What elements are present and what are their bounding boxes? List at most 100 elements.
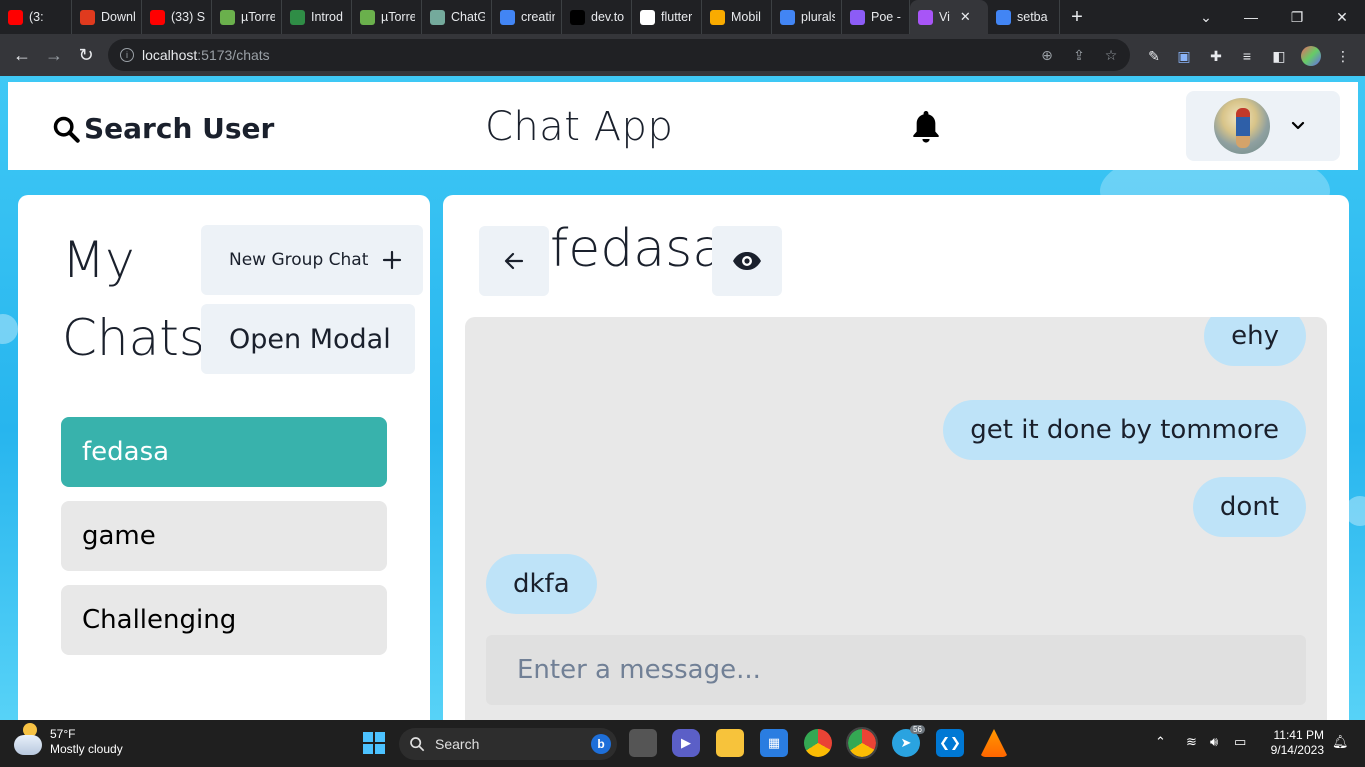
search-icon bbox=[53, 116, 80, 143]
tray-overflow-icon[interactable]: ⌃ bbox=[1155, 734, 1166, 750]
arrow-left-icon bbox=[504, 252, 524, 270]
forward-icon[interactable]: → bbox=[38, 39, 70, 71]
wifi-icon[interactable]: ≋ bbox=[1186, 734, 1197, 750]
side-panel-icon[interactable]: ◧ bbox=[1269, 46, 1289, 66]
poe-icon bbox=[850, 9, 865, 25]
x-icon bbox=[80, 9, 95, 25]
browser-tab[interactable]: plurals bbox=[772, 0, 842, 34]
browser-tab[interactable]: (3: bbox=[0, 0, 72, 34]
task-view-icon[interactable] bbox=[629, 729, 657, 757]
message-bubble-outgoing: dont bbox=[1192, 477, 1306, 537]
browser-tab[interactable]: µTorre bbox=[212, 0, 282, 34]
clock-date: 9/14/2023 bbox=[1270, 743, 1324, 757]
browser-tab[interactable]: Poe - bbox=[842, 0, 910, 34]
profile-avatar-icon[interactable] bbox=[1301, 46, 1321, 66]
volume-icon[interactable]: 🔊︎ bbox=[1210, 734, 1218, 750]
teams-icon[interactable]: ▶ bbox=[672, 729, 700, 757]
message-input[interactable] bbox=[486, 635, 1306, 705]
browser-tab-title: Vi bbox=[939, 10, 950, 24]
browser-tab-strip: (3: Downl (33) Sp µTorre Introd µTorre ChatG cr… bbox=[0, 0, 1365, 34]
battery-icon[interactable]: ▭ bbox=[1234, 734, 1246, 750]
new-tab-button[interactable]: + bbox=[1060, 0, 1094, 34]
browser-tab[interactable]: Vi ✕ bbox=[910, 0, 988, 34]
google-icon bbox=[780, 9, 795, 25]
github-icon bbox=[640, 9, 655, 25]
browser-tab[interactable]: ChatG bbox=[422, 0, 492, 34]
address-bar[interactable]: i localhost:5173/chats ⊕ ⇪ ☆ bbox=[108, 39, 1130, 71]
extension-screen-icon[interactable]: ▣ bbox=[1174, 46, 1194, 66]
browser-tab-title: creatin bbox=[521, 10, 555, 24]
maximize-icon[interactable]: ❐ bbox=[1274, 0, 1320, 34]
tab-search-icon[interactable]: ⌄ bbox=[1183, 0, 1229, 34]
back-button[interactable] bbox=[479, 226, 549, 296]
utorrent-icon bbox=[220, 9, 235, 25]
temperature-text: 57°F bbox=[50, 727, 76, 741]
close-tab-icon[interactable]: ✕ bbox=[960, 9, 971, 25]
taskbar-search[interactable]: Search b bbox=[399, 728, 617, 760]
browser-tab[interactable]: setba bbox=[988, 0, 1060, 34]
open-modal-button[interactable]: Open Modal bbox=[201, 304, 415, 374]
reload-icon[interactable]: ↻ bbox=[70, 39, 102, 71]
new-group-chat-label: New Group Chat bbox=[229, 250, 369, 270]
weather-widget[interactable]: 57°F Mostly cloudy bbox=[14, 723, 123, 757]
vscode-icon[interactable]: ❮❯ bbox=[936, 729, 964, 757]
media-queue-icon[interactable]: ≡ bbox=[1237, 46, 1257, 66]
cloud-icon bbox=[14, 723, 42, 755]
search-user-button[interactable]: Search User bbox=[52, 112, 274, 145]
close-window-icon[interactable]: ✕ bbox=[1319, 0, 1365, 34]
chat-list-item[interactable]: game bbox=[61, 501, 387, 571]
browser-tab[interactable]: µTorre bbox=[352, 0, 422, 34]
browser-tab[interactable]: Mobil bbox=[702, 0, 772, 34]
vlc-icon[interactable] bbox=[980, 729, 1008, 757]
browser-tab[interactable]: Downl bbox=[72, 0, 142, 34]
site-info-icon[interactable]: i bbox=[120, 48, 134, 62]
browser-tab[interactable]: Introd bbox=[282, 0, 352, 34]
chrome-profile-icon[interactable] bbox=[846, 727, 878, 759]
browser-tab-title: Downl bbox=[101, 10, 135, 24]
search-user-label: Search User bbox=[84, 112, 275, 145]
browser-tab-title: plurals bbox=[801, 10, 835, 24]
chatgpt-icon bbox=[430, 9, 445, 25]
message-bubble-incoming: dkfa bbox=[486, 554, 597, 614]
messages-area[interactable]: ehy get it done by tommore dont dkfa bbox=[465, 317, 1327, 720]
browser-tab-title: flutter bbox=[661, 10, 693, 24]
zoom-icon[interactable]: ⊕ bbox=[1038, 46, 1056, 64]
background-bubble bbox=[0, 314, 18, 344]
notifications-icon[interactable]: 🔔︎ bbox=[1332, 734, 1349, 750]
menu-dots-icon[interactable]: ⋮ bbox=[1333, 46, 1353, 66]
extensions-puzzle-icon[interactable]: ✚ bbox=[1206, 46, 1226, 66]
minimize-icon[interactable]: — bbox=[1228, 0, 1274, 34]
view-profile-button[interactable] bbox=[712, 226, 782, 296]
extension-pen-icon[interactable]: ✎ bbox=[1144, 46, 1164, 66]
chat-list-item[interactable]: fedasa bbox=[61, 417, 387, 487]
browser-tab-title: µTorre bbox=[381, 10, 415, 24]
notification-bell-icon[interactable] bbox=[910, 109, 942, 145]
google-icon bbox=[996, 9, 1011, 25]
chrome-icon[interactable] bbox=[804, 729, 832, 757]
plus-icon bbox=[383, 250, 402, 270]
my-chats-panel: My Chats New Group Chat Open Modal fedas… bbox=[18, 195, 430, 720]
eye-icon bbox=[733, 252, 761, 270]
bookmark-star-icon[interactable]: ☆ bbox=[1102, 46, 1120, 64]
browser-tab-title: Poe - bbox=[871, 10, 901, 24]
browser-tab[interactable]: flutter bbox=[632, 0, 702, 34]
message-bubble-outgoing: get it done by tommore bbox=[943, 400, 1306, 460]
browser-tab-title: Introd bbox=[311, 10, 343, 24]
windows-start-icon[interactable] bbox=[360, 729, 388, 757]
file-explorer-icon[interactable] bbox=[716, 729, 744, 757]
youtube-icon bbox=[150, 9, 165, 25]
taskbar-search-label: Search bbox=[435, 736, 480, 752]
chat-list-item[interactable]: Challenging bbox=[61, 585, 387, 655]
browser-tab[interactable]: (33) Sp bbox=[142, 0, 212, 34]
chat-window: fedasa ehy get it done by tommore dont d… bbox=[443, 195, 1349, 720]
microsoft-store-icon[interactable]: ▦ bbox=[760, 729, 788, 757]
new-group-chat-button[interactable]: New Group Chat bbox=[201, 225, 423, 295]
share-icon[interactable]: ⇪ bbox=[1070, 46, 1088, 64]
browser-tab[interactable]: creatin bbox=[492, 0, 562, 34]
browser-tab[interactable]: dev.to bbox=[562, 0, 632, 34]
search-icon bbox=[410, 737, 425, 752]
back-icon[interactable]: ← bbox=[6, 39, 38, 71]
profile-menu-button[interactable] bbox=[1186, 91, 1340, 161]
browser-tab-title: Mobil bbox=[731, 10, 761, 24]
system-clock[interactable]: 11:41 PM 9/14/2023 bbox=[1262, 728, 1324, 758]
